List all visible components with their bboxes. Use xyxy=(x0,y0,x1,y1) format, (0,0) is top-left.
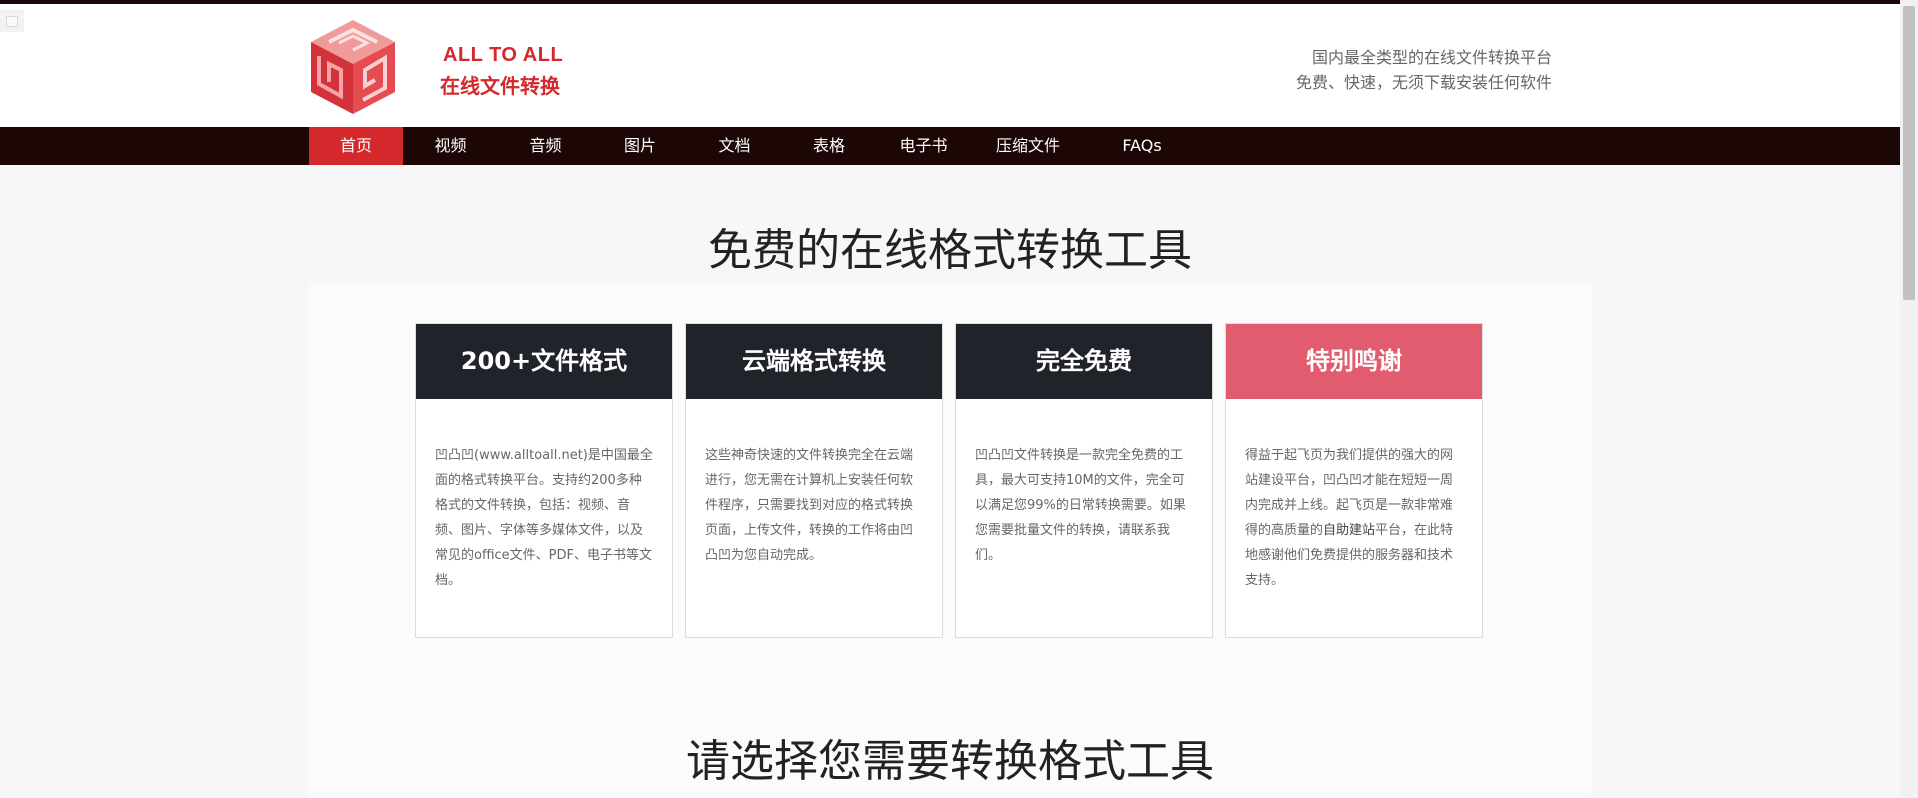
scrollbar-thumb[interactable] xyxy=(1903,6,1915,300)
feature-card-cloud: 云端格式转换 这些神奇快速的文件转换完全在云端进行，您无需在计算机上安装任何软件… xyxy=(685,323,943,638)
nav-item-video[interactable]: 视频 xyxy=(403,127,498,165)
cube-logo-icon[interactable] xyxy=(309,18,397,116)
header-tagline-2: 免费、快速，无须下载安装任何软件 xyxy=(1295,73,1552,92)
card-text: 这些神奇快速的文件转换完全在云端进行，您无需在计算机上安装任何软件程序，只需要找… xyxy=(705,448,914,563)
card-text: 得益于起飞页为我们提供的强大的网站建设平台，凹凸凹才能在短短一周内完成并上线。起… xyxy=(1226,399,1482,593)
page-title: 免费的在线格式转换工具 xyxy=(708,225,1192,276)
broken-image-icon xyxy=(0,10,24,32)
header-tagline-1: 国内最全类型的在线文件转换平台 xyxy=(1311,48,1552,67)
brand-name-en[interactable]: ALL TO ALL xyxy=(443,44,573,67)
brand-name-cn[interactable]: 在线文件转换 xyxy=(440,70,580,99)
main-content: 免费的在线格式转换工具 200+文件格式 凹凸凹(www.alltoall.ne… xyxy=(0,165,1900,798)
card-text: 凹凸凹文件转换是一款完全免费的工具，最大可支持10M的文件，完全可以满足您99%… xyxy=(975,448,1186,563)
nav-item-archive[interactable]: 压缩文件 xyxy=(971,127,1085,165)
nav-item-audio[interactable]: 音频 xyxy=(498,127,593,165)
nav-item-faqs[interactable]: FAQs xyxy=(1085,127,1199,165)
card-heading: 200+文件格式 xyxy=(416,324,672,399)
page: ALL TO ALL 在线文件转换 国内最全类型的在线文件转换平台 免费、快速，… xyxy=(0,0,1918,798)
nav-item-document[interactable]: 文档 xyxy=(687,127,782,165)
card-text: 凹凸凹(www.alltoall.net)是中国最全面的格式转换平台。支持约20… xyxy=(435,448,653,588)
nav-item-home[interactable]: 首页 xyxy=(309,127,403,165)
card-heading: 云端格式转换 xyxy=(686,324,942,399)
main-nav: 首页 视频 音频 图片 文档 表格 电子书 压缩文件 FAQs xyxy=(0,127,1900,165)
nav-item-ebook[interactable]: 电子书 xyxy=(876,127,971,165)
nav-item-image[interactable]: 图片 xyxy=(593,127,687,165)
nav-item-spreadsheet[interactable]: 表格 xyxy=(782,127,876,165)
nav-list: 首页 视频 音频 图片 文档 表格 电子书 压缩文件 FAQs xyxy=(309,127,1199,165)
card-heading: 完全免费 xyxy=(956,324,1212,399)
feature-card-formats: 200+文件格式 凹凸凹(www.alltoall.net)是中国最全面的格式转… xyxy=(415,323,673,638)
tools-section-title: 请选择您需要转换格式工具 xyxy=(686,736,1214,787)
site-header: ALL TO ALL 在线文件转换 国内最全类型的在线文件转换平台 免费、快速，… xyxy=(0,4,1900,127)
site-builder-link[interactable]: 自助建站 xyxy=(1323,523,1375,538)
feature-card-thanks: 特别鸣谢 得益于起飞页为我们提供的强大的网站建设平台，凹凸凹才能在短短一周内完成… xyxy=(1225,323,1483,638)
vertical-scrollbar[interactable] xyxy=(1900,0,1918,798)
feature-card-free: 完全免费 凹凸凹文件转换是一款完全免费的工具，最大可支持10M的文件，完全可以满… xyxy=(955,323,1213,638)
card-heading: 特别鸣谢 xyxy=(1226,324,1482,399)
